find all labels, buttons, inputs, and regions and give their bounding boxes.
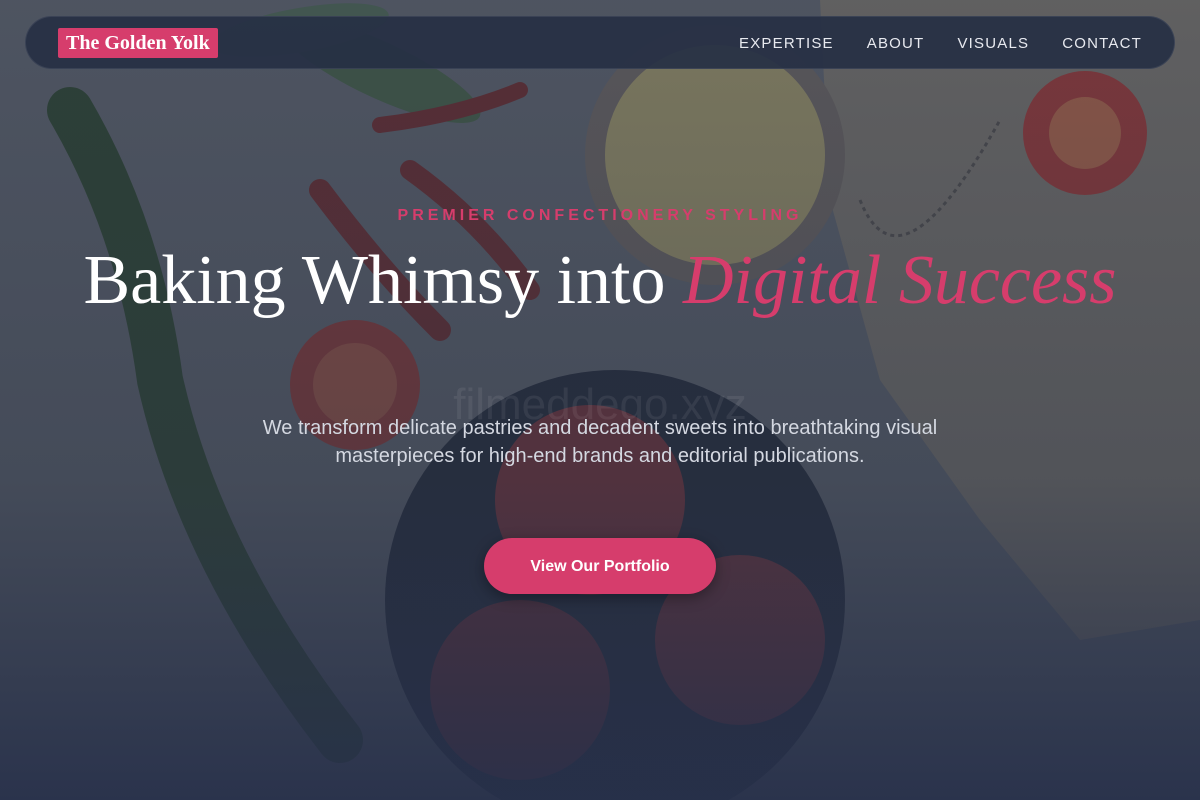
hero-eyebrow: PREMIER CONFECTIONERY STYLING (397, 207, 803, 224)
hero-headline: Baking Whimsy into Digital Success (0, 245, 1200, 317)
top-navbar: The Golden Yolk EXPERTISE ABOUT VISUALS … (25, 16, 1175, 69)
nav-link-visuals[interactable]: VISUALS (957, 35, 1029, 52)
headline-accent-text: Digital Success (683, 242, 1117, 319)
nav-menu: EXPERTISE ABOUT VISUALS CONTACT (739, 17, 1142, 70)
nav-link-about[interactable]: ABOUT (867, 35, 925, 52)
nav-link-contact[interactable]: CONTACT (1062, 35, 1142, 52)
view-portfolio-button[interactable]: View Our Portfolio (484, 538, 716, 594)
hero-lead-text: We transform delicate pastries and decad… (262, 417, 938, 467)
nav-link-expertise[interactable]: EXPERTISE (739, 35, 834, 52)
headline-plain-text: Baking Whimsy into (83, 242, 683, 319)
hero-section: The Golden Yolk EXPERTISE ABOUT VISUALS … (0, 0, 1200, 800)
brand-logo[interactable]: The Golden Yolk (58, 28, 218, 58)
